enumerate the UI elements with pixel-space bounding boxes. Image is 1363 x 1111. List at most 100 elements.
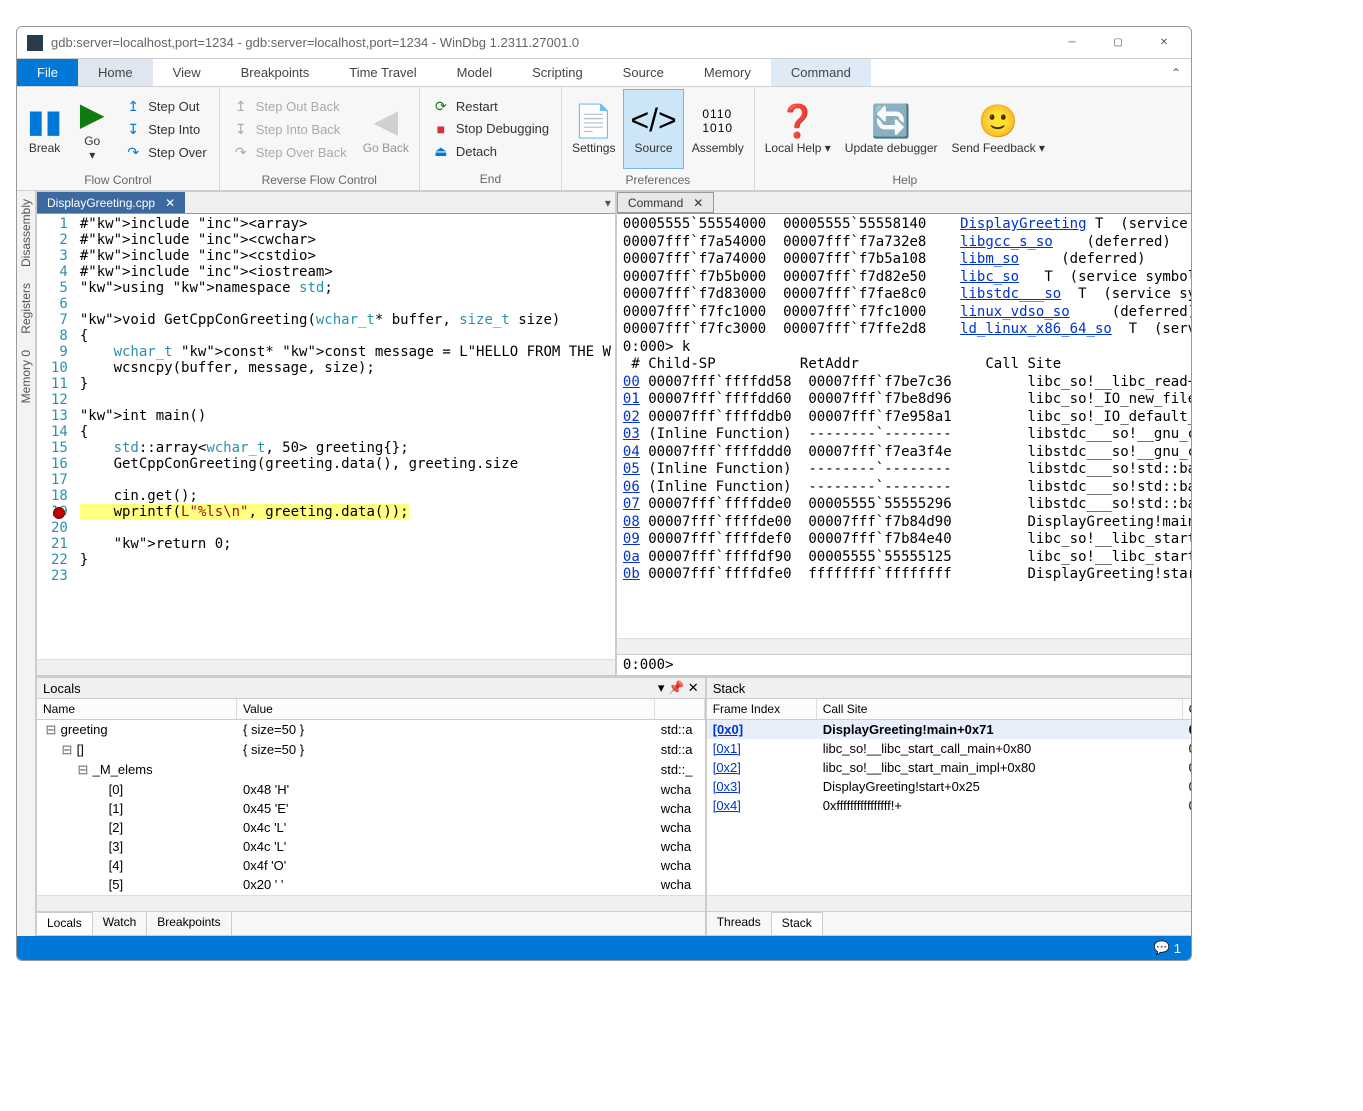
sidetab-disassembly[interactable]: Disassembly: [17, 195, 35, 271]
feedback-icon[interactable]: 💬: [1154, 940, 1170, 956]
app-icon: [27, 35, 43, 51]
stop-debugging-button[interactable]: ■Stop Debugging: [428, 119, 553, 139]
tab-watch[interactable]: Watch: [93, 912, 148, 935]
menu-memory[interactable]: Memory: [684, 59, 771, 86]
maximize-button[interactable]: ▢: [1095, 27, 1141, 59]
col-name[interactable]: Name: [37, 699, 237, 719]
close-icon[interactable]: ✕: [688, 680, 699, 696]
menu-scripting[interactable]: Scripting: [512, 59, 603, 86]
panel-title: Locals: [43, 681, 81, 696]
col-child-sp[interactable]: Child-SP: [1183, 699, 1192, 719]
scrollbar[interactable]: [37, 895, 705, 911]
settings-button[interactable]: 📄Settings: [566, 89, 621, 169]
stack-grid[interactable]: [0x0]DisplayGreeting!main+0x710x7fffffff…: [707, 720, 1192, 895]
scrollbar[interactable]: [37, 659, 615, 675]
locals-panel: Locals ▾ 📌 ✕ Name Value ⊟ greeting{ size=…: [36, 677, 706, 936]
break-button[interactable]: ▮▮Break: [21, 89, 68, 169]
step-into-back-icon: ↧: [232, 121, 250, 138]
stop-icon: ■: [432, 121, 450, 137]
side-tabs: Disassembly Registers Memory 0: [17, 191, 36, 936]
ribbon-group-prefs: Preferences: [562, 171, 754, 191]
menu-command[interactable]: Command: [771, 59, 871, 86]
step-over-button[interactable]: ↷Step Over: [120, 142, 211, 163]
window-title: gdb:server=localhost,port=1234 - gdb:ser…: [49, 35, 1049, 50]
minimize-button[interactable]: ─: [1049, 27, 1095, 59]
sidetab-registers[interactable]: Registers: [17, 279, 35, 338]
detach-icon: ⏏: [432, 143, 450, 160]
refresh-icon: 🔄: [871, 103, 911, 139]
play-icon: ▶: [80, 96, 105, 132]
step-over-icon: ↷: [124, 144, 142, 161]
tab-breakpoints[interactable]: Breakpoints: [147, 912, 231, 935]
tab-stack[interactable]: Stack: [772, 912, 823, 935]
command-tab[interactable]: Command✕: [617, 192, 714, 213]
locals-grid[interactable]: ⊟ greeting{ size=50 }std::a⊟ []{ size=50…: [37, 720, 705, 895]
status-count: 1: [1174, 941, 1181, 956]
ribbon-group-end: End: [420, 170, 561, 190]
help-icon: ❓: [778, 103, 818, 139]
source-panel: DisplayGreeting.cpp✕ ▾ 12345678910111213…: [36, 191, 616, 676]
ribbon-group-reverse: Reverse Flow Control: [220, 171, 419, 191]
menu-source[interactable]: Source: [603, 59, 684, 86]
sidetab-memory[interactable]: Memory 0: [17, 346, 35, 407]
col-value[interactable]: Value: [237, 699, 655, 719]
restart-button[interactable]: ⟳Restart: [428, 96, 553, 117]
status-bar: 💬 1: [17, 936, 1191, 960]
dropdown-icon[interactable]: ▾: [658, 680, 665, 696]
source-mode-button[interactable]: </>Source: [623, 89, 683, 169]
titlebar: gdb:server=localhost,port=1234 - gdb:ser…: [17, 27, 1191, 59]
code-editor[interactable]: 1234567891011121314151617181920212223#"k…: [37, 214, 615, 659]
menu-view[interactable]: View: [153, 59, 221, 86]
smile-icon: 🙂: [978, 103, 1018, 139]
step-over-back-button[interactable]: ↷Step Over Back: [228, 142, 351, 163]
step-out-icon: ↥: [124, 98, 142, 115]
command-output[interactable]: 00005555`55554000 00005555`55558140 Disp…: [617, 214, 1192, 638]
ribbon-group-flow: Flow Control: [17, 171, 219, 191]
step-into-button[interactable]: ↧Step Into: [120, 119, 211, 140]
col-type[interactable]: [655, 699, 705, 719]
detach-button[interactable]: ⏏Detach: [428, 141, 553, 162]
step-into-icon: ↧: [124, 121, 142, 138]
local-help-button[interactable]: ❓Local Help ▾: [759, 89, 837, 169]
close-icon[interactable]: ✕: [693, 196, 703, 210]
col-call-site[interactable]: Call Site: [817, 699, 1183, 719]
collapse-ribbon-button[interactable]: ⌃: [1161, 59, 1191, 86]
menu-home[interactable]: Home: [78, 59, 153, 86]
source-icon: </>: [630, 103, 676, 139]
send-feedback-button[interactable]: 🙂Send Feedback ▾: [946, 89, 1051, 169]
restart-icon: ⟳: [432, 98, 450, 115]
step-out-back-button[interactable]: ↥Step Out Back: [228, 96, 351, 117]
menu-model[interactable]: Model: [437, 59, 512, 86]
go-button[interactable]: ▶Go▾: [70, 89, 114, 169]
menu-time-travel[interactable]: Time Travel: [329, 59, 436, 86]
source-tab[interactable]: DisplayGreeting.cpp✕: [37, 192, 185, 213]
dropdown-icon[interactable]: ▾: [605, 196, 611, 210]
close-icon[interactable]: ✕: [165, 196, 175, 210]
assembly-mode-button[interactable]: 01101010Assembly: [686, 89, 750, 169]
scrollbar[interactable]: [617, 638, 1192, 654]
step-out-button[interactable]: ↥Step Out: [120, 96, 211, 117]
panel-title: Stack: [713, 681, 746, 696]
step-into-back-button[interactable]: ↧Step Into Back: [228, 119, 351, 140]
step-over-back-icon: ↷: [232, 144, 250, 161]
close-button[interactable]: ✕: [1141, 27, 1187, 59]
assembly-icon: 01101010: [702, 103, 733, 139]
go-back-icon: ◀: [374, 103, 399, 139]
step-out-back-icon: ↥: [232, 98, 250, 115]
tab-locals[interactable]: Locals: [37, 912, 93, 935]
scrollbar[interactable]: [707, 895, 1192, 911]
update-debugger-button[interactable]: 🔄Update debugger: [839, 89, 944, 169]
command-prompt[interactable]: 0:000>: [617, 654, 1192, 675]
pin-icon[interactable]: 📌: [668, 680, 684, 696]
menubar: File Home View Breakpoints Time Travel M…: [17, 59, 1191, 87]
menu-file[interactable]: File: [17, 59, 78, 86]
tab-threads[interactable]: Threads: [707, 912, 772, 935]
col-frame-index[interactable]: Frame Index: [707, 699, 817, 719]
menu-breakpoints[interactable]: Breakpoints: [221, 59, 330, 86]
settings-icon: 📄: [574, 103, 614, 139]
pause-icon: ▮▮: [27, 103, 62, 139]
ribbon: ▮▮Break ▶Go▾ ↥Step Out ↧Step Into ↷Step …: [17, 87, 1191, 191]
go-back-button[interactable]: ◀Go Back: [357, 89, 415, 169]
stack-panel: Stack▾ 📌 ✕ Frame Index Call Site Child-S…: [706, 677, 1192, 936]
command-panel: Command✕ ▾ 00005555`55554000 00005555`55…: [616, 191, 1192, 676]
